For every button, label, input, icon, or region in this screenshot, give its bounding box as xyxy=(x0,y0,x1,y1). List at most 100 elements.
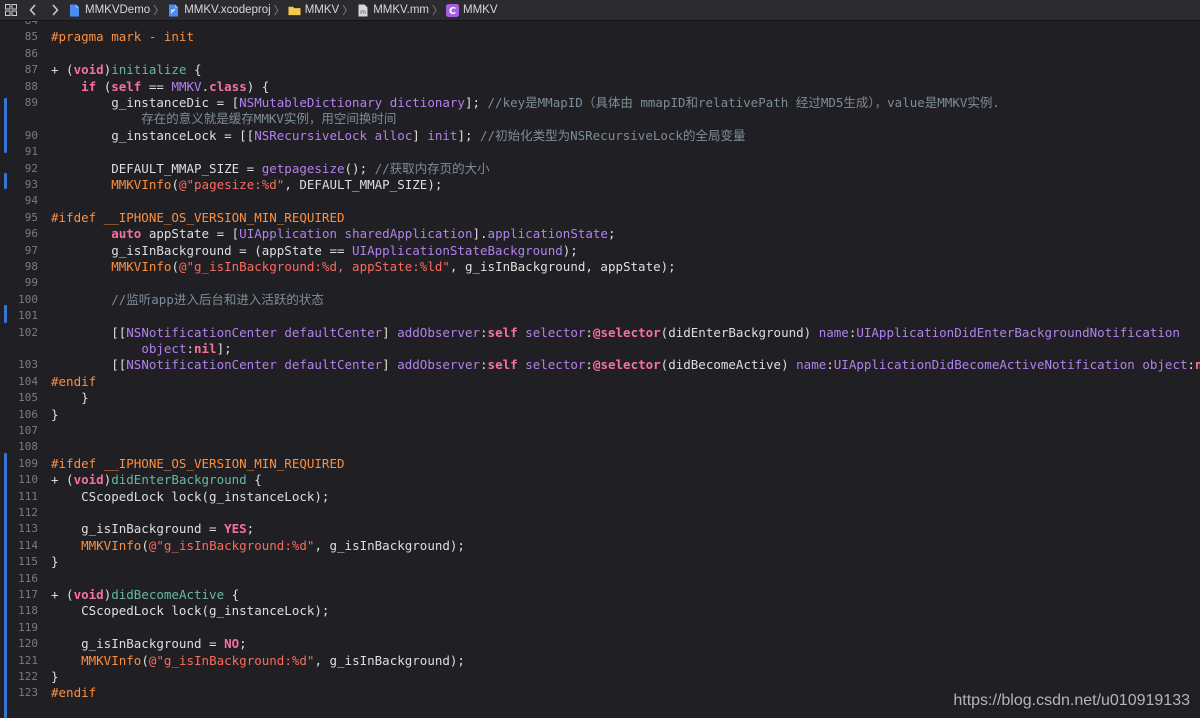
code-line[interactable]: 96 auto appState = [UIApplication shared… xyxy=(0,226,1200,242)
code-token: @"g_isInBackground:%d" xyxy=(148,537,315,553)
line-number: 121 xyxy=(18,653,38,667)
code-line[interactable]: 99 xyxy=(0,275,1200,291)
grid-icon[interactable] xyxy=(0,0,22,20)
code-token: ] xyxy=(382,324,398,340)
breadcrumb-class[interactable]: C MMKV xyxy=(444,3,500,17)
code-token: : xyxy=(480,324,488,340)
code-line[interactable]: 97 g_isInBackground = (appState == UIApp… xyxy=(0,243,1200,259)
code-text: 存在的意义就是缓存MMKV实例，用空间换时间 xyxy=(51,111,396,127)
code-text: #ifdef __IPHONE_OS_VERSION_MIN_REQUIRED xyxy=(51,210,345,226)
code-line[interactable]: 107 xyxy=(0,423,1200,439)
breadcrumb-folder[interactable]: MMKV xyxy=(286,4,342,17)
code-line[interactable]: 110 + (void)didEnterBackground { xyxy=(0,472,1200,488)
code-line[interactable]: 113 g_isInBackground = YES; xyxy=(0,521,1200,537)
code-token: ] xyxy=(382,357,398,373)
code-text: } xyxy=(51,554,59,570)
line-number: 114 xyxy=(18,538,38,552)
code-line[interactable]: 118 CScopedLock lock(g_instanceLock); xyxy=(0,603,1200,619)
code-token: == xyxy=(141,78,172,94)
code-line[interactable]: 85 #pragma mark - init xyxy=(0,29,1200,45)
code-token: ( xyxy=(171,177,179,192)
code-token: + ( xyxy=(51,587,74,602)
code-token: ); xyxy=(562,242,578,258)
line-number: 100 xyxy=(18,292,38,306)
code-token: CScopedLock lock(g_instanceLock); xyxy=(51,603,330,619)
code-line[interactable]: 88 if (self == MMKV.class) { xyxy=(0,79,1200,95)
forward-arrow-icon[interactable] xyxy=(44,0,66,20)
code-token: { xyxy=(224,587,240,602)
code-token: { xyxy=(246,472,262,488)
code-token: [[ xyxy=(51,324,127,340)
code-line[interactable]: 102 [[NSNotificationCenter defaultCenter… xyxy=(0,325,1200,341)
code-line[interactable]: 117 + (void)didBecomeActive { xyxy=(0,587,1200,603)
code-line[interactable]: 122} xyxy=(0,669,1200,685)
code-line[interactable]: 91 xyxy=(0,144,1200,160)
line-number: 116 xyxy=(18,571,38,585)
code-line[interactable]: 89 g_instanceDic = [NSMutableDictionary … xyxy=(0,95,1200,111)
code-line[interactable]: 存在的意义就是缓存MMKV实例，用空间换时间 xyxy=(0,111,1200,127)
breadcrumb-xcodeproj[interactable]: MMKV.xcodeproj xyxy=(165,4,273,17)
code-line[interactable]: 103 [[NSNotificationCenter defaultCenter… xyxy=(0,357,1200,373)
code-line[interactable]: 84 xyxy=(0,21,1200,29)
project-icon xyxy=(68,4,81,17)
line-number: 112 xyxy=(18,506,38,519)
code-line[interactable]: 94 xyxy=(0,193,1200,209)
line-number: 91 xyxy=(24,145,38,159)
code-text: #pragma mark - init xyxy=(51,29,194,45)
code-token: ( xyxy=(141,537,149,553)
code-line[interactable]: 116 xyxy=(0,571,1200,587)
code-line[interactable]: 106} xyxy=(0,407,1200,423)
code-line[interactable]: 115} xyxy=(0,554,1200,570)
code-line[interactable]: 100 //监听app进入后台和进入活跃的状态 xyxy=(0,292,1200,308)
line-number: 93 xyxy=(24,178,38,191)
code-line[interactable]: 119 xyxy=(0,620,1200,636)
code-line[interactable]: 86 xyxy=(0,46,1200,62)
code-line[interactable]: 90 g_instanceLock = [[NSRecursiveLock al… xyxy=(0,128,1200,144)
code-text: g_instanceLock = [[NSRecursiveLock alloc… xyxy=(51,128,745,144)
code-token: @selector xyxy=(592,357,661,373)
code-line[interactable]: 121 MMKVInfo(@"g_isInBackground:%d", g_i… xyxy=(0,653,1200,669)
code-line[interactable]: 104 #endif xyxy=(0,374,1200,390)
code-token: g_instanceDic = [ xyxy=(51,95,240,110)
code-line[interactable]: 109 #ifdef __IPHONE_OS_VERSION_MIN_REQUIR… xyxy=(0,456,1200,472)
code-token: if xyxy=(81,78,97,94)
code-line[interactable]: 87 + (void)initialize { xyxy=(0,62,1200,78)
code-line[interactable]: 120 g_isInBackground = NO; xyxy=(0,636,1200,652)
code-line[interactable]: 108 xyxy=(0,439,1200,455)
code-line[interactable]: 105 } xyxy=(0,390,1200,406)
code-line[interactable]: 92 DEFAULT_MMAP_SIZE = getpagesize(); //… xyxy=(0,161,1200,177)
source-editor[interactable]: 8485 #pragma mark - init 86 87 + (void)initi… xyxy=(0,21,1200,718)
code-token: name xyxy=(796,357,827,373)
breadcrumb-file[interactable]: m MMKV.mm xyxy=(354,4,431,17)
code-text: CScopedLock lock(g_instanceLock); xyxy=(51,603,329,619)
code-line[interactable]: object:nil]; xyxy=(0,341,1200,357)
code-text: #endif xyxy=(51,374,96,390)
code-line[interactable]: 101 xyxy=(0,308,1200,324)
code-token: @"pagesize:%d" xyxy=(178,177,285,192)
code-token: NSNotificationCenter xyxy=(126,357,277,373)
line-number: 88 xyxy=(24,79,38,93)
breadcrumb-project[interactable]: MMKVDemo xyxy=(66,4,152,17)
code-text: auto appState = [UIApplication sharedApp… xyxy=(51,226,615,242)
line-number: 101 xyxy=(18,309,38,323)
back-arrow-icon[interactable] xyxy=(22,0,44,20)
line-number: 118 xyxy=(18,604,38,618)
code-token: UIApplicationStateBackground xyxy=(352,242,563,258)
code-token: YES xyxy=(224,521,247,537)
code-line[interactable]: 98 MMKVInfo(@"g_isInBackground:%d, appSt… xyxy=(0,259,1200,275)
code-line[interactable]: 114 MMKVInfo(@"g_isInBackground:%d", g_i… xyxy=(0,538,1200,554)
code-line[interactable]: 95 #ifdef __IPHONE_OS_VERSION_MIN_REQUIRE… xyxy=(0,210,1200,226)
code-token: //获取内存页的大小 xyxy=(374,160,490,176)
code-line[interactable]: 112 xyxy=(0,505,1200,521)
code-token: @selector xyxy=(592,324,661,340)
code-token: ]; xyxy=(457,127,481,143)
code-token: } xyxy=(51,406,59,422)
svg-text:m: m xyxy=(360,9,366,16)
code-token: nil xyxy=(1195,357,1200,373)
code-text: //监听app进入后台和进入活跃的状态 xyxy=(51,292,324,308)
breadcrumb-label: MMKV.xcodeproj xyxy=(184,4,271,16)
code-line[interactable]: 93 MMKVInfo(@"pagesize:%d", DEFAULT_MMAP… xyxy=(0,177,1200,193)
code-line[interactable]: 111 CScopedLock lock(g_instanceLock); xyxy=(0,489,1200,505)
